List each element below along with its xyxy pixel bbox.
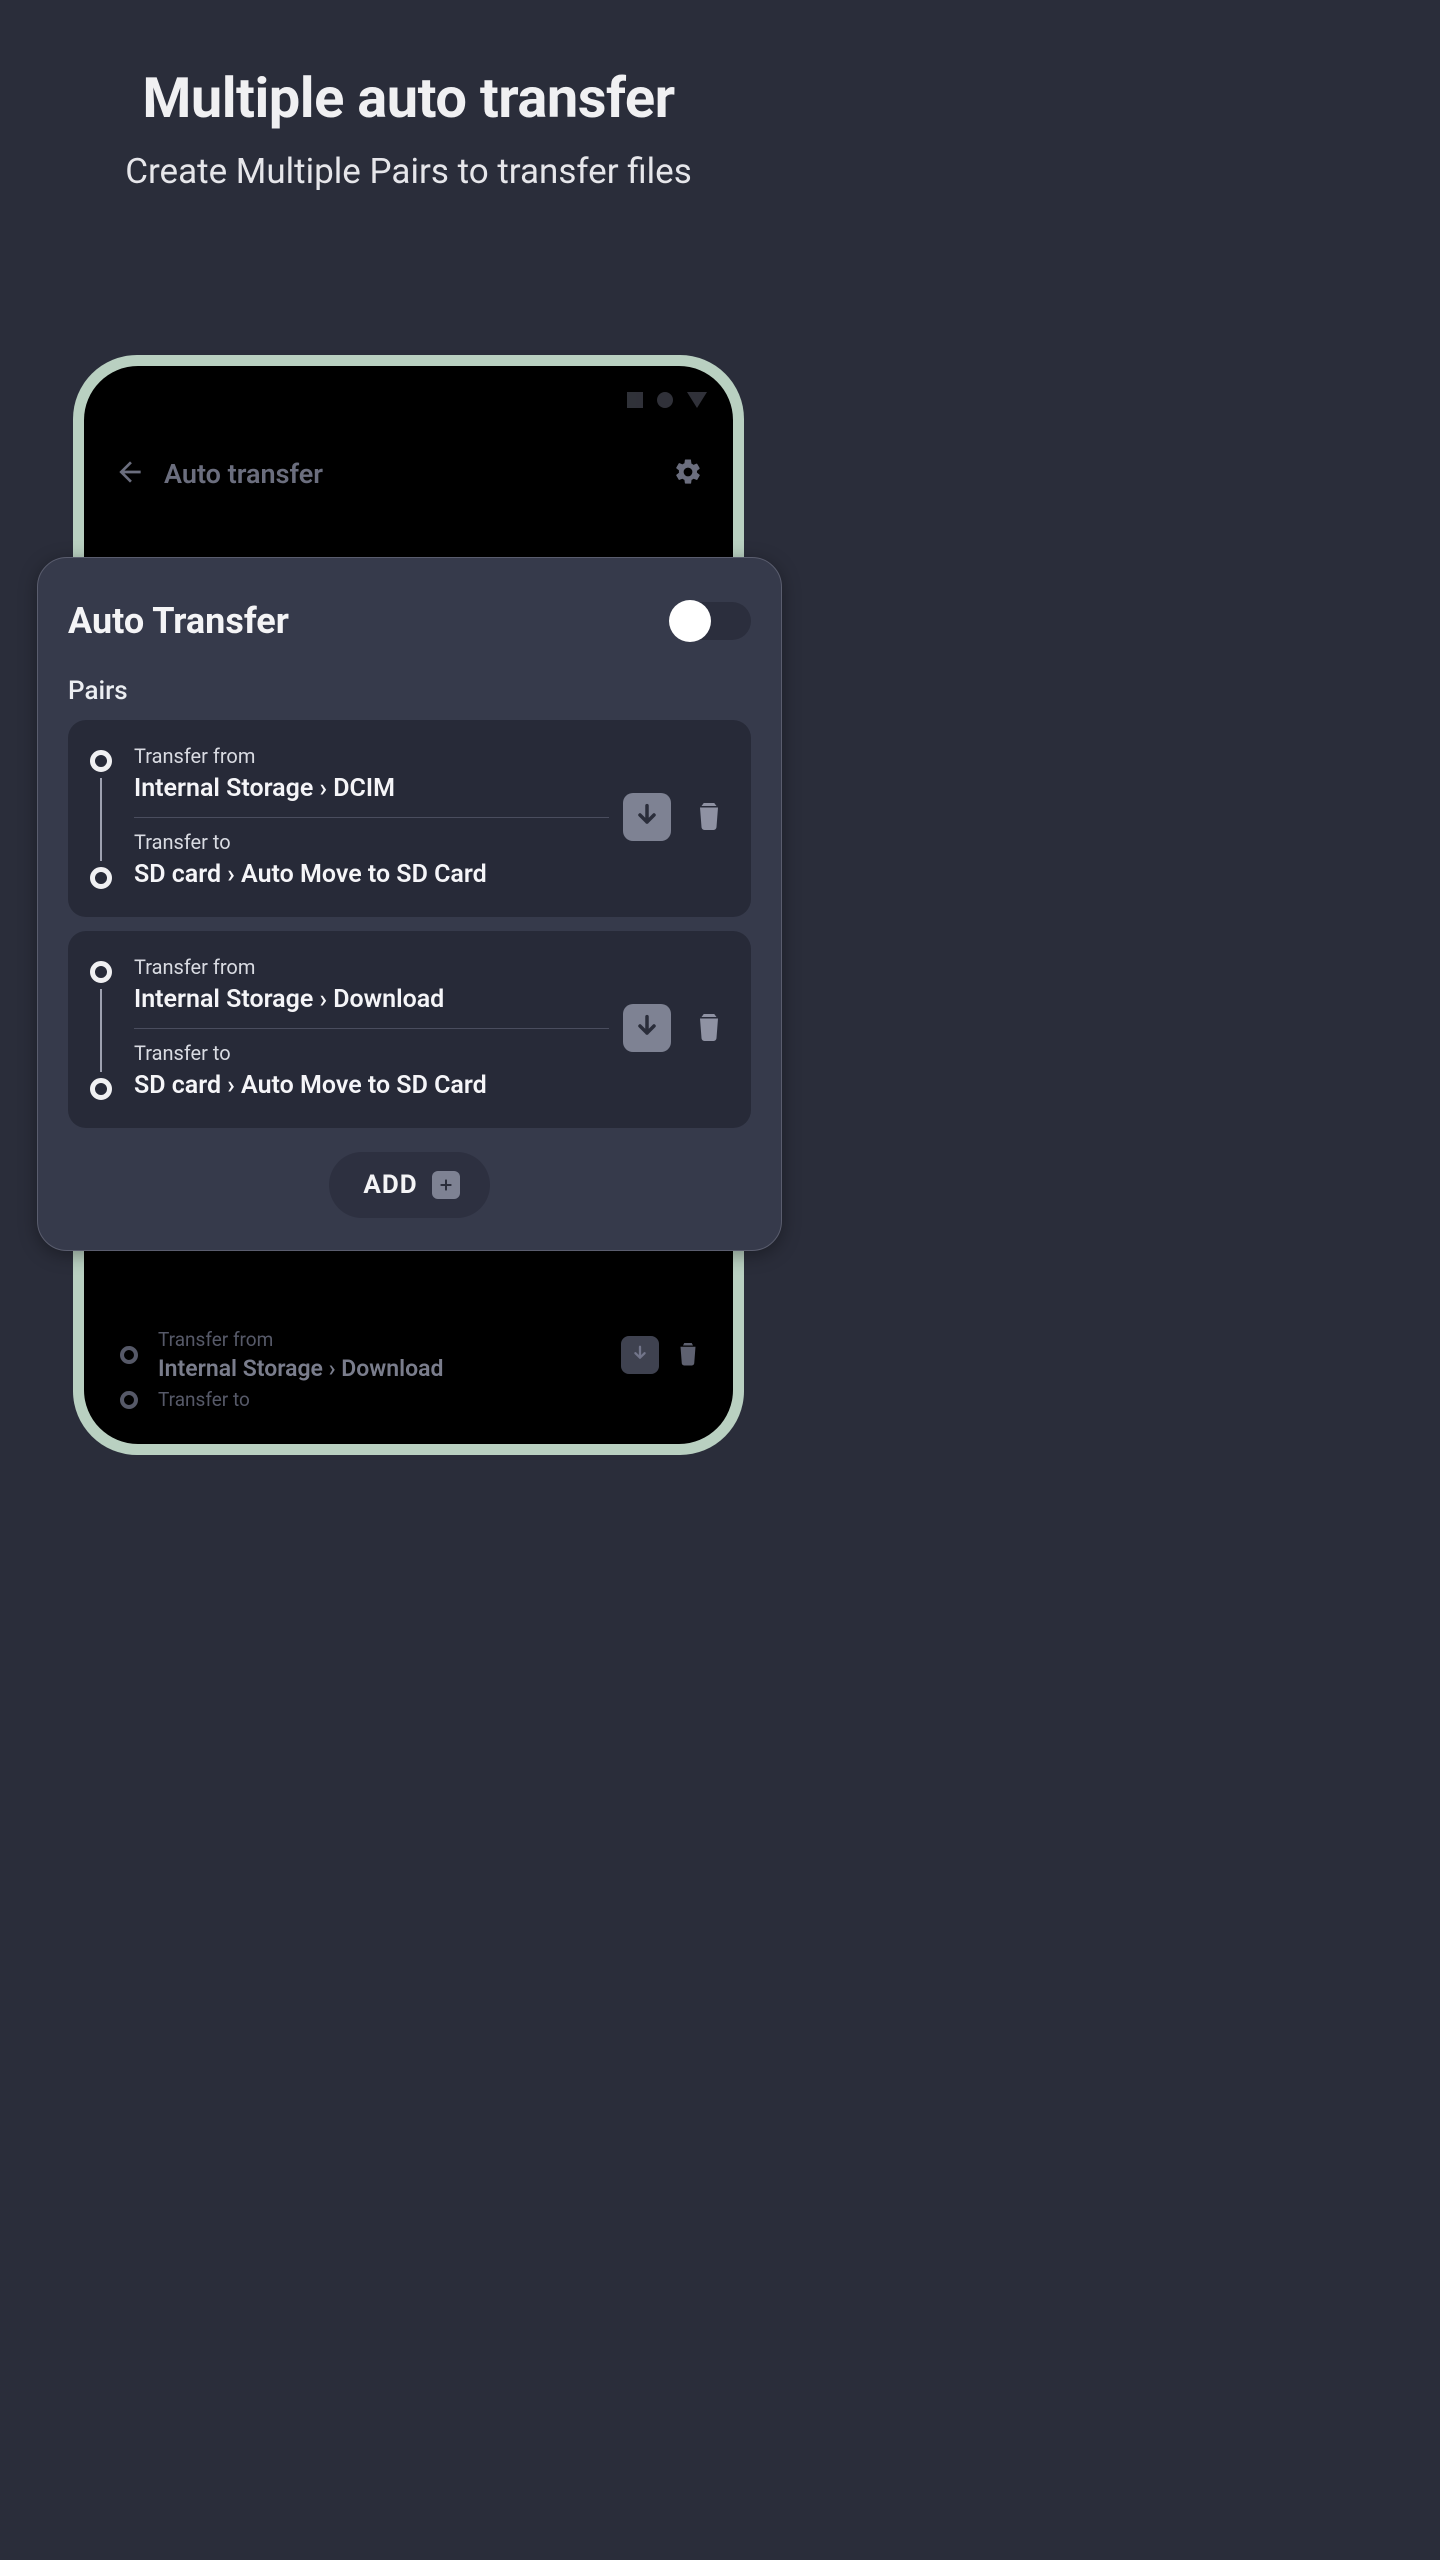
auto-transfer-toggle[interactable] bbox=[671, 602, 751, 640]
trash-icon bbox=[691, 797, 727, 837]
step-dot-icon bbox=[120, 1346, 138, 1364]
heading-subtitle: Create Multiple Pairs to transfer files bbox=[0, 151, 817, 192]
delete-pair-button[interactable] bbox=[689, 1008, 729, 1048]
to-path[interactable]: SD card › Auto Move to SD Card bbox=[134, 1071, 609, 1100]
divider bbox=[134, 817, 609, 818]
step-dot-icon bbox=[90, 961, 112, 983]
add-label: ADD bbox=[363, 1170, 417, 1200]
pair-card: Transfer from Internal Storage › Downloa… bbox=[68, 931, 751, 1128]
arrow-down-icon bbox=[633, 1012, 661, 1044]
delete-pair-button[interactable] bbox=[689, 797, 729, 837]
appbar-title: Auto transfer bbox=[164, 458, 655, 490]
gear-icon[interactable] bbox=[673, 457, 703, 491]
plus-icon bbox=[432, 1171, 460, 1199]
pairs-section-label: Pairs bbox=[68, 676, 751, 706]
from-path[interactable]: Internal Storage › Download bbox=[134, 985, 609, 1026]
divider bbox=[134, 1028, 609, 1029]
nav-back-icon bbox=[687, 392, 707, 408]
back-arrow-icon[interactable] bbox=[114, 456, 146, 492]
status-bar bbox=[84, 366, 733, 410]
from-label: Transfer from bbox=[134, 744, 609, 768]
background-pair-peek: Transfer from Internal Storage › Downloa… bbox=[114, 1328, 703, 1417]
step-dot-icon bbox=[90, 867, 112, 889]
step-indicator bbox=[90, 744, 112, 889]
app-bar: Auto transfer bbox=[84, 410, 733, 502]
transfer-now-button[interactable] bbox=[623, 1004, 671, 1052]
trash-icon[interactable] bbox=[673, 1338, 703, 1373]
step-dot-icon bbox=[90, 750, 112, 772]
to-path[interactable]: SD card › Auto Move to SD Card bbox=[134, 860, 609, 889]
step-dot-icon bbox=[120, 1391, 138, 1409]
step-dot-icon bbox=[90, 1078, 112, 1100]
heading-title: Multiple auto transfer bbox=[0, 65, 817, 131]
nav-home-icon bbox=[657, 392, 673, 408]
bg-to-label: Transfer to bbox=[158, 1388, 250, 1411]
to-label: Transfer to bbox=[134, 830, 609, 854]
pair-card: Transfer from Internal Storage › DCIM Tr… bbox=[68, 720, 751, 917]
step-indicator bbox=[90, 955, 112, 1100]
transfer-now-button[interactable] bbox=[623, 793, 671, 841]
bg-from-label: Transfer from bbox=[158, 1328, 601, 1351]
panel-title: Auto Transfer bbox=[68, 600, 289, 642]
step-connector bbox=[100, 989, 102, 1072]
camera-punchhole bbox=[102, 388, 138, 424]
status-icons bbox=[627, 392, 707, 408]
toggle-knob bbox=[669, 600, 711, 642]
arrow-down-icon bbox=[633, 801, 661, 833]
bg-from-path: Internal Storage › Download bbox=[158, 1355, 601, 1382]
from-label: Transfer from bbox=[134, 955, 609, 979]
trash-icon bbox=[691, 1008, 727, 1048]
nav-recent-icon bbox=[627, 392, 643, 408]
marketing-heading: Multiple auto transfer Create Multiple P… bbox=[0, 0, 817, 192]
step-connector bbox=[100, 778, 102, 861]
auto-transfer-panel: Auto Transfer Pairs Transfer from Intern… bbox=[37, 557, 782, 1251]
from-path[interactable]: Internal Storage › DCIM bbox=[134, 774, 609, 815]
add-pair-button[interactable]: ADD bbox=[329, 1152, 489, 1218]
download-icon[interactable] bbox=[621, 1336, 659, 1374]
to-label: Transfer to bbox=[134, 1041, 609, 1065]
